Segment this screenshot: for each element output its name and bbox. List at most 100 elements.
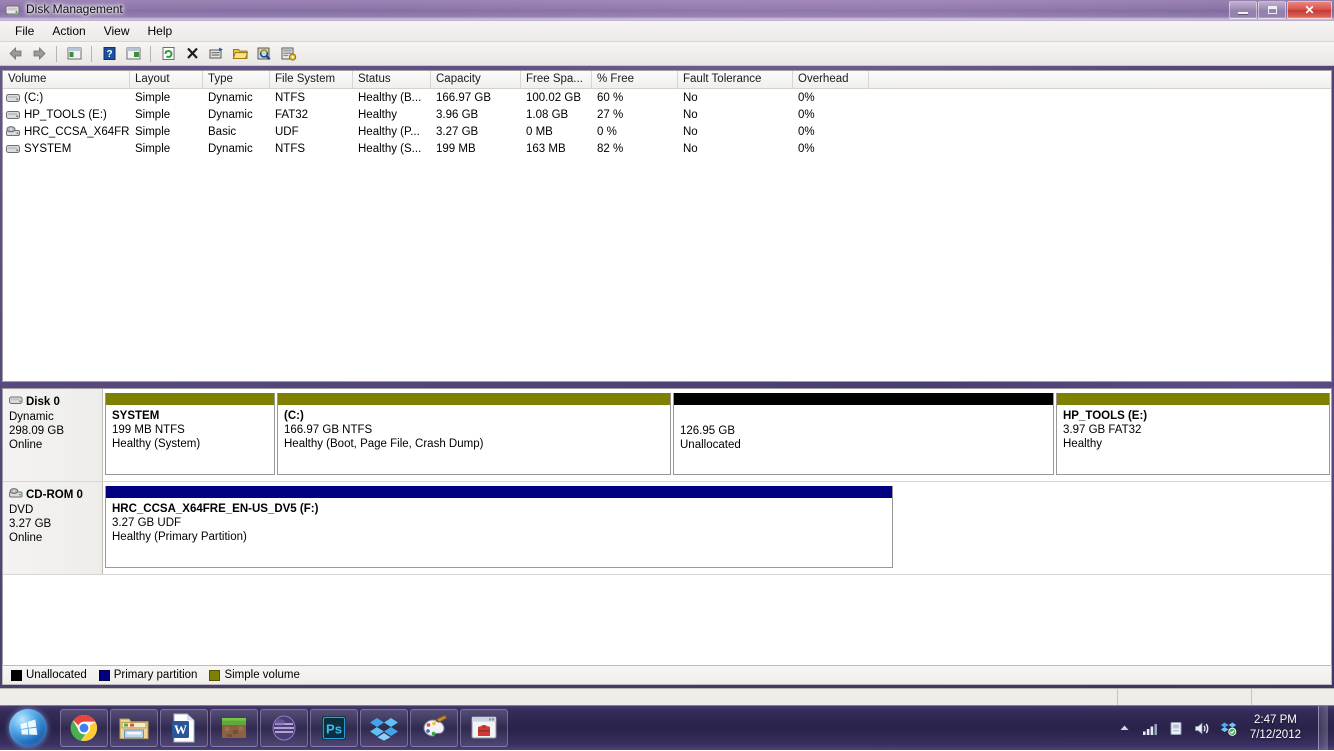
cell-capacity: 166.97 GB <box>431 89 521 106</box>
clock-date: 7/12/2012 <box>1250 728 1301 743</box>
all-tasks-icon[interactable] <box>277 44 299 64</box>
disk-management-icon <box>5 3 21 18</box>
disk-info-disk-0[interactable]: Disk 0 Dynamic 298.09 GB Online <box>3 389 103 481</box>
disk-row-cdrom-0[interactable]: CD-ROM 0 DVD 3.27 GB Online HRC_CCSA_X64… <box>3 482 1331 575</box>
system-tray: 2:47 PM 7/12/2012 <box>1116 706 1334 751</box>
partition-status: Healthy (Primary Partition) <box>112 531 892 543</box>
menu-view[interactable]: View <box>95 22 139 40</box>
dropbox-taskbar-icon[interactable] <box>360 709 408 747</box>
network-signal-icon[interactable] <box>1142 720 1159 737</box>
cell-layout: Simple <box>130 140 203 157</box>
cd-rom-volume-icon <box>6 126 21 138</box>
cell-capacity: 199 MB <box>431 140 521 157</box>
cell-free-space: 0 MB <box>521 123 592 140</box>
table-row[interactable]: HRC_CCSA_X64FR... Simple Basic UDF Healt… <box>3 123 1331 140</box>
google-chrome-taskbar-icon[interactable] <box>60 709 108 747</box>
partition-status: Healthy (System) <box>112 438 274 450</box>
partition-size: 166.97 GB NTFS <box>284 424 670 436</box>
cell-layout: Simple <box>130 123 203 140</box>
column-header-overhead[interactable]: Overhead <box>793 71 869 89</box>
menu-help[interactable]: Help <box>139 22 182 40</box>
table-row[interactable]: (C:) Simple Dynamic NTFS Healthy (B... 1… <box>3 89 1331 106</box>
minimize-button[interactable] <box>1229 1 1257 19</box>
cell-capacity: 3.27 GB <box>431 123 521 140</box>
dropbox-tray-icon[interactable] <box>1220 720 1237 737</box>
partition-capacity-bar <box>106 486 892 498</box>
partition-body: HRC_CCSA_X64FRE_EN-US_DV5 (F:) 3.27 GB U… <box>106 498 892 543</box>
table-row[interactable]: HP_TOOLS (E:) Simple Dynamic FAT32 Healt… <box>3 106 1331 123</box>
cell-percent-free: 60 % <box>592 89 678 106</box>
disk-type: DVD <box>9 504 102 516</box>
column-header-status[interactable]: Status <box>353 71 431 89</box>
cell-type: Dynamic <box>203 89 270 106</box>
status-bar <box>0 688 1334 705</box>
column-header-volume[interactable]: Volume <box>3 71 130 89</box>
paint-taskbar-icon[interactable] <box>410 709 458 747</box>
disk-info-cdrom-0[interactable]: CD-ROM 0 DVD 3.27 GB Online <box>3 482 103 574</box>
open-folder-icon[interactable] <box>229 44 251 64</box>
disk-name: CD-ROM 0 <box>26 489 83 501</box>
partition-system[interactable]: SYSTEM 199 MB NTFS Healthy (System) <box>105 393 275 475</box>
action-center-flag-icon[interactable] <box>1168 720 1185 737</box>
menu-action[interactable]: Action <box>43 22 94 40</box>
show-hide-console-tree-icon[interactable] <box>122 44 144 64</box>
partition-dvd-volume[interactable]: HRC_CCSA_X64FRE_EN-US_DV5 (F:) 3.27 GB U… <box>105 486 893 568</box>
column-header-percent-free[interactable]: % Free <box>592 71 678 89</box>
partition-hp-tools[interactable]: HP_TOOLS (E:) 3.97 GB FAT32 Healthy <box>1056 393 1330 475</box>
close-button[interactable]: ✕ <box>1287 1 1332 19</box>
partition-status: Unallocated <box>680 439 1053 451</box>
show-desktop-button[interactable] <box>1318 706 1328 751</box>
cell-overhead: 0% <box>793 123 869 140</box>
partition-c-drive[interactable]: (C:) 166.97 GB NTFS Healthy (Boot, Page … <box>277 393 671 475</box>
partition-name: HP_TOOLS (E:) <box>1063 410 1329 422</box>
window-title: Disk Management <box>26 2 123 16</box>
forward-icon[interactable] <box>28 44 50 64</box>
rescan-disks-icon[interactable] <box>253 44 275 64</box>
column-header-fault-tolerance[interactable]: Fault Tolerance <box>678 71 793 89</box>
column-header-capacity[interactable]: Capacity <box>431 71 521 89</box>
partition-status: Healthy (Boot, Page File, Crash Dump) <box>284 438 670 450</box>
partition-body: HP_TOOLS (E:) 3.97 GB FAT32 Healthy <box>1057 405 1329 450</box>
cell-status: Healthy (B... <box>353 89 431 106</box>
graphical-view-pane[interactable]: Disk 0 Dynamic 298.09 GB Online SYSTEM 1… <box>2 388 1332 683</box>
eclipse-taskbar-icon[interactable] <box>260 709 308 747</box>
volume-list-pane[interactable]: Volume Layout Type File System Status Ca… <box>2 70 1332 382</box>
start-orb-button[interactable] <box>2 707 54 749</box>
show-hidden-icons-chevron[interactable] <box>1116 720 1133 737</box>
disk-state: Online <box>9 532 102 544</box>
help-icon[interactable]: ? <box>98 44 120 64</box>
partition-name: (C:) <box>284 410 670 422</box>
column-header-layout[interactable]: Layout <box>130 71 203 89</box>
cell-fault-tolerance: No <box>678 140 793 157</box>
column-header-type[interactable]: Type <box>203 71 270 89</box>
photoshop-taskbar-icon[interactable]: Ps <box>310 709 358 747</box>
volume-list-rows: (C:) Simple Dynamic NTFS Healthy (B... 1… <box>3 89 1331 157</box>
menu-file[interactable]: File <box>6 22 43 40</box>
back-icon[interactable] <box>4 44 26 64</box>
taskbar-clock[interactable]: 2:47 PM 7/12/2012 <box>1246 713 1309 743</box>
cell-volume-label: HP_TOOLS (E:) <box>24 107 107 123</box>
maximize-button[interactable] <box>1258 1 1286 19</box>
up-one-level-icon[interactable] <box>63 44 85 64</box>
partition-unallocated[interactable]: 126.95 GB Unallocated <box>673 393 1054 475</box>
disk-management-taskbar-icon[interactable] <box>460 709 508 747</box>
disk-row-disk-0[interactable]: Disk 0 Dynamic 298.09 GB Online SYSTEM 1… <box>3 389 1331 482</box>
svg-text:Ps: Ps <box>326 722 342 737</box>
refresh-icon[interactable] <box>157 44 179 64</box>
microsoft-word-taskbar-icon[interactable]: W <box>160 709 208 747</box>
delete-icon[interactable] <box>181 44 203 64</box>
table-row[interactable]: SYSTEM Simple Dynamic NTFS Healthy (S...… <box>3 140 1331 157</box>
partition-size: 3.97 GB FAT32 <box>1063 424 1329 436</box>
windows-explorer-taskbar-icon[interactable] <box>110 709 158 747</box>
hard-disk-volume-icon <box>6 143 21 155</box>
minecraft-taskbar-icon[interactable] <box>210 709 258 747</box>
disk-size: 298.09 GB <box>9 425 102 437</box>
column-header-free-space[interactable]: Free Spa... <box>521 71 592 89</box>
cell-overhead: 0% <box>793 89 869 106</box>
hard-disk-icon <box>9 395 24 409</box>
properties-icon[interactable] <box>205 44 227 64</box>
cd-rom-drive-icon <box>9 488 24 502</box>
column-header-file-system[interactable]: File System <box>270 71 353 89</box>
cell-percent-free: 82 % <box>592 140 678 157</box>
volume-speaker-icon[interactable] <box>1194 720 1211 737</box>
